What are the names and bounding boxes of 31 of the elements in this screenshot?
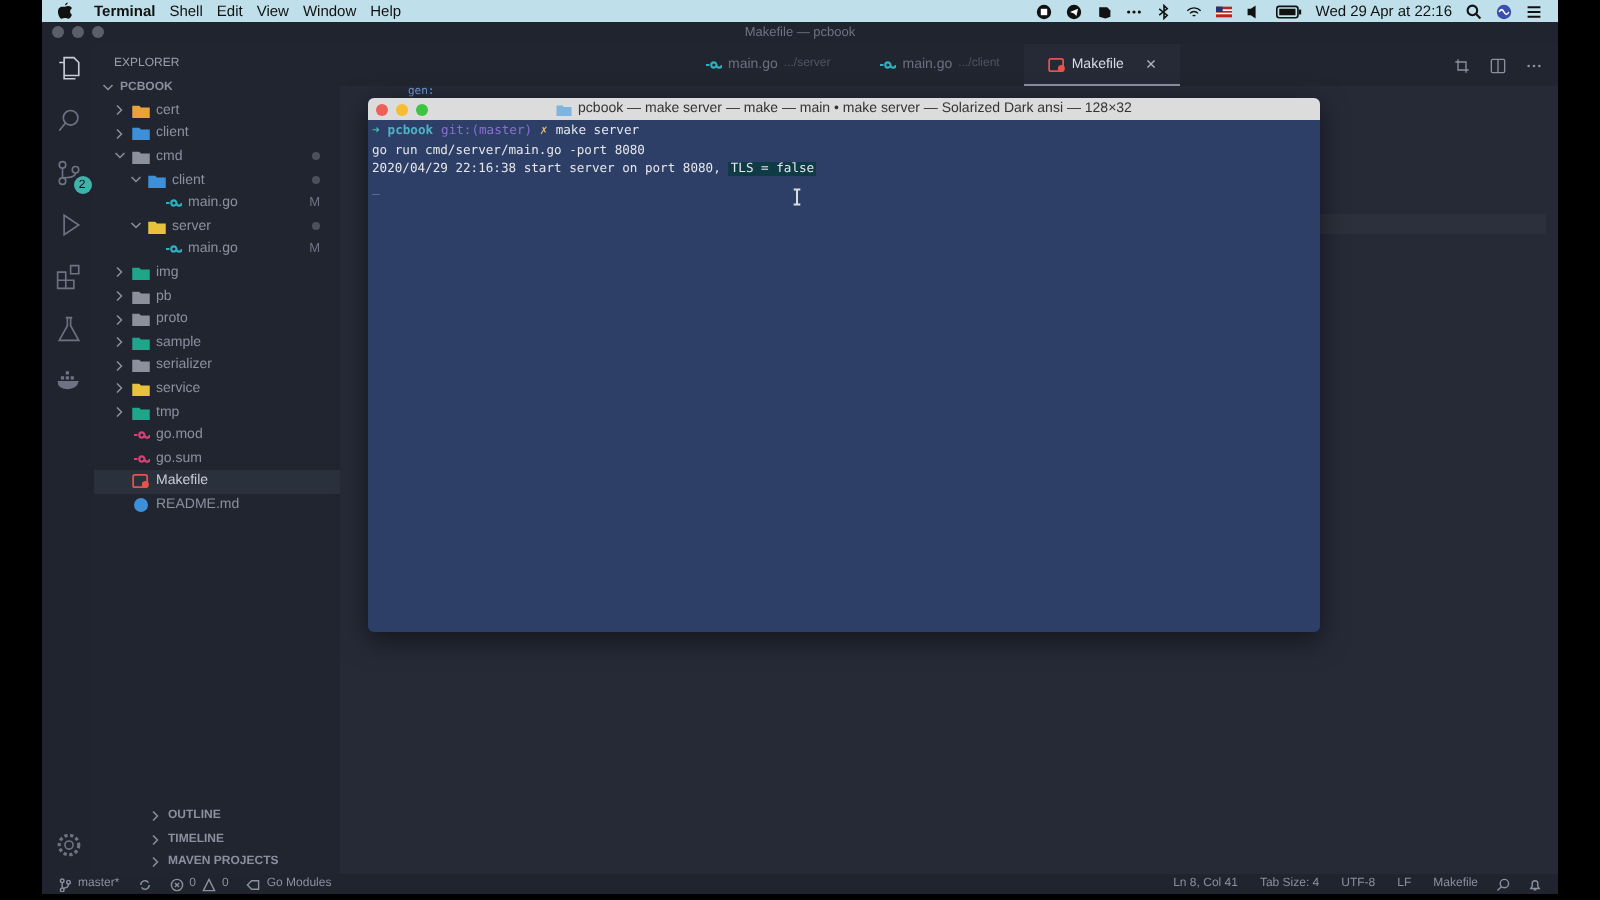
search-icon[interactable] — [1466, 3, 1482, 19]
whale-icon[interactable] — [55, 368, 81, 394]
wifi-icon[interactable] — [1185, 3, 1202, 19]
bluetooth-icon[interactable] — [1155, 3, 1172, 19]
paper-plane-icon[interactable] — [1065, 3, 1082, 19]
warning-icon[interactable] — [202, 877, 217, 891]
split-editor-icon[interactable] — [1490, 57, 1506, 73]
tag-icon[interactable] — [246, 877, 261, 891]
flag-icon[interactable] — [1215, 3, 1232, 19]
bell-icon[interactable] — [1528, 877, 1542, 891]
stop-icon[interactable] — [1035, 3, 1052, 19]
folder-icon — [556, 103, 573, 115]
battery-icon[interactable] — [1275, 3, 1302, 19]
list-icon[interactable] — [1526, 3, 1542, 19]
error-icon[interactable] — [169, 877, 184, 891]
sync-icon[interactable] — [137, 877, 152, 891]
settings-icon[interactable] — [55, 832, 81, 858]
text-cursor-icon — [792, 188, 802, 206]
close-icon[interactable]: × — [1145, 54, 1157, 74]
apple-icon[interactable] — [58, 2, 72, 20]
flask-icon[interactable] — [55, 316, 81, 342]
makefile-icon — [1047, 57, 1066, 71]
extensions-icon[interactable] — [55, 264, 81, 290]
go-file-icon — [704, 57, 722, 71]
source-control-icon[interactable] — [55, 160, 81, 186]
go-file-icon — [878, 57, 897, 71]
branch-icon[interactable] — [58, 877, 72, 891]
feedback-icon[interactable] — [1496, 877, 1510, 891]
files-icon[interactable] — [55, 56, 81, 82]
siri-icon[interactable] — [1496, 3, 1512, 19]
chevron-icon — [102, 81, 114, 94]
